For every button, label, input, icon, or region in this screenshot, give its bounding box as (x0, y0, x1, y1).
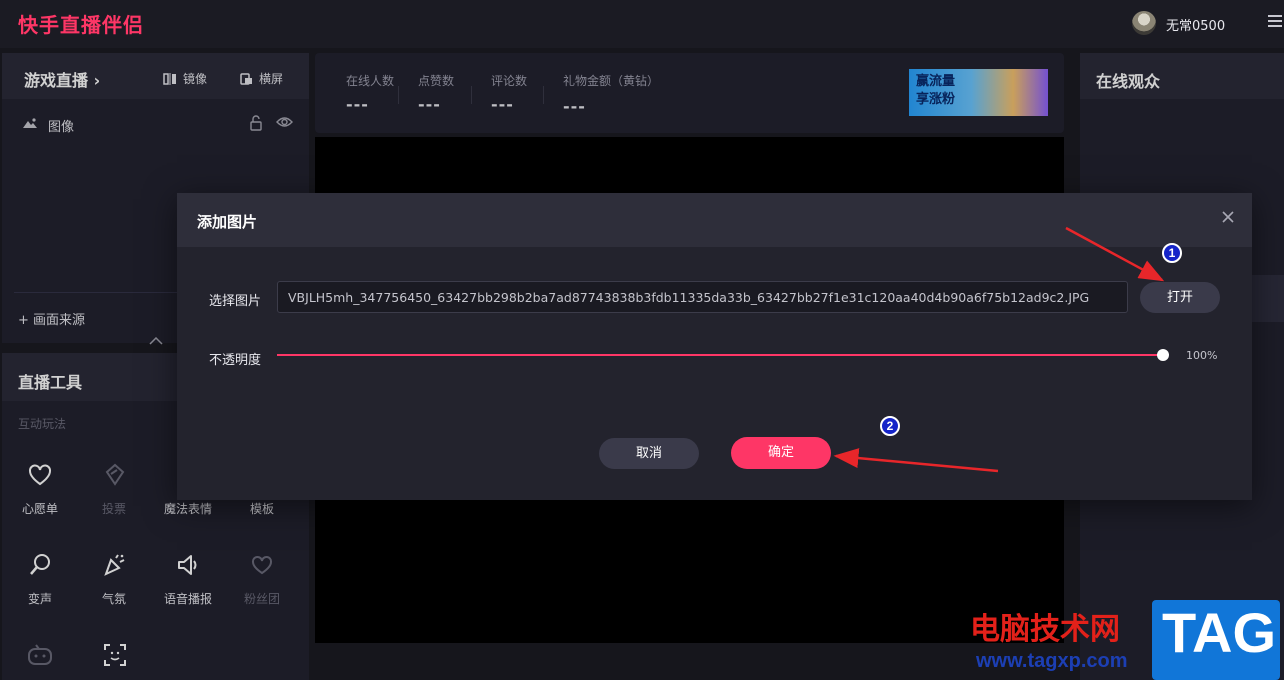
step-marker-1: 1 (1162, 243, 1182, 263)
close-icon[interactable] (1222, 211, 1234, 223)
dialog-header (177, 193, 1252, 247)
watermark-logo-text: TAG (1162, 601, 1277, 664)
confirm-button[interactable]: 确定 (731, 437, 831, 469)
watermark-url: www.tagxp.com (976, 650, 1128, 672)
opacity-slider-thumb[interactable] (1157, 349, 1169, 361)
hamburger-menu-icon[interactable] (1268, 15, 1282, 29)
top-bar (0, 0, 1284, 48)
dialog-title: 添加图片 (197, 213, 258, 231)
step-marker-2: 2 (880, 416, 900, 436)
select-image-label: 选择图片 (209, 294, 262, 309)
open-button[interactable]: 打开 (1140, 282, 1220, 313)
app-title: 快手直播伴侣 (18, 13, 144, 37)
avatar[interactable] (1132, 11, 1156, 35)
opacity-value: 100% (1186, 349, 1218, 362)
cancel-button[interactable]: 取消 (599, 438, 699, 469)
file-path-input[interactable] (277, 281, 1128, 313)
watermark-name: 电脑技术网 (970, 612, 1120, 647)
username[interactable]: 无常0500 (1166, 15, 1225, 34)
opacity-slider[interactable] (277, 354, 1167, 356)
opacity-label: 不透明度 (209, 353, 262, 368)
